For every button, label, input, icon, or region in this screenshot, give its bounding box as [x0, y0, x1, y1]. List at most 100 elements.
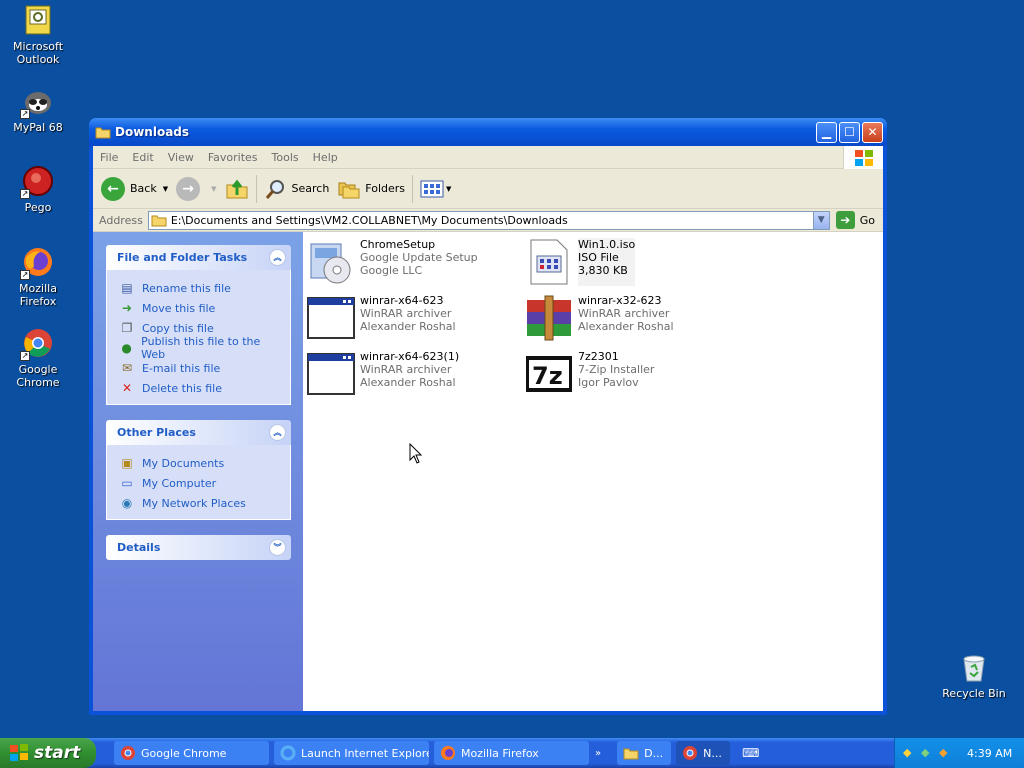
- rename-file-link[interactable]: ▤ Rename this file: [119, 278, 280, 298]
- details-panel: Details ︾: [106, 535, 291, 560]
- firefox-icon: [441, 746, 455, 760]
- publish-web-link[interactable]: ● Publish this file to the Web: [119, 335, 280, 361]
- desktop-icon-label: Recycle Bin: [942, 687, 1006, 700]
- taskbar-item-chrome-2[interactable]: N...: [676, 741, 731, 765]
- forward-button[interactable]: → ▼: [172, 173, 220, 205]
- file-publisher: Alexander Roshal: [360, 320, 456, 333]
- collapse-chevron-icon[interactable]: ︽: [269, 249, 286, 266]
- desktop-icon-label: Google Chrome: [16, 363, 60, 389]
- minimize-button[interactable]: ▁: [816, 121, 837, 143]
- expand-chevron-icon[interactable]: ︾: [269, 539, 286, 556]
- folders-button[interactable]: Folders: [333, 173, 409, 205]
- folders-label: Folders: [365, 182, 406, 195]
- file-item[interactable]: Win1.0.iso ISO File 3,830 KB: [525, 238, 735, 286]
- file-folder-tasks-header[interactable]: File and Folder Tasks ︽: [106, 245, 291, 270]
- keyboard-icon[interactable]: ⌨: [742, 746, 759, 760]
- file-item[interactable]: winrar-x64-623(1) WinRAR archiver Alexande…: [307, 350, 517, 398]
- up-folder-button[interactable]: [221, 173, 253, 205]
- file-list: ChromeSetup Google Update Setup Google LLC…: [303, 232, 883, 711]
- file-type: WinRAR archiver: [360, 363, 452, 376]
- address-value: E:\Documents and Settings\VM2.COLLABNET\…: [170, 213, 568, 227]
- menu-file[interactable]: File: [93, 151, 125, 164]
- collapse-chevron-icon[interactable]: ︽: [269, 424, 286, 441]
- globe-icon: ●: [121, 341, 132, 355]
- back-label: Back: [130, 182, 157, 195]
- taskbar-item-downloads[interactable]: D...: [617, 741, 672, 765]
- views-dropdown-icon[interactable]: ▼: [446, 185, 451, 193]
- my-network-places-link[interactable]: ◉ My Network Places: [119, 493, 280, 513]
- link-label: My Computer: [142, 476, 217, 490]
- file-publisher: Alexander Roshal: [578, 320, 674, 333]
- address-bar: Address E:\Documents and Settings\VM2.CO…: [93, 209, 883, 232]
- taskbar-item-chrome[interactable]: Google Chrome: [114, 741, 269, 765]
- address-input[interactable]: E:\Documents and Settings\VM2.COLLABNET\…: [147, 210, 830, 230]
- folder-icon: [623, 748, 639, 760]
- desktop-icon-label: Pego: [24, 201, 52, 214]
- my-computer-icon: ▭: [121, 476, 133, 490]
- back-dropdown-icon[interactable]: ▼: [163, 185, 168, 193]
- start-button[interactable]: start: [0, 738, 96, 768]
- desktop-icon-mypal[interactable]: ↗ MyPal 68: [0, 85, 76, 134]
- taskbar-item-internet-explorer[interactable]: Launch Internet Explorer...: [274, 741, 429, 765]
- taskbar-item-firefox[interactable]: Mozilla Firefox: [434, 741, 589, 765]
- move-file-link[interactable]: ➜ Move this file: [119, 298, 280, 318]
- title-bar[interactable]: Downloads ▁ ☐ ✕: [89, 118, 887, 146]
- task-label: Google Chrome: [141, 746, 227, 760]
- outlook-icon: [22, 4, 54, 36]
- security-shield-icon[interactable]: ◆: [903, 746, 917, 760]
- file-name: winrar-x32-623: [578, 294, 662, 307]
- network-status-icon[interactable]: ◆: [921, 746, 935, 760]
- link-label: Publish this file to the Web: [141, 335, 261, 361]
- file-item[interactable]: winrar-x64-623 WinRAR archiver Alexander R…: [307, 294, 517, 342]
- file-name: winrar-x64-623(1): [360, 350, 460, 363]
- application-window-icon: [307, 297, 355, 339]
- clock[interactable]: 4:39 AM: [967, 747, 1012, 760]
- go-button[interactable]: ➔ Go: [835, 211, 875, 229]
- menu-help[interactable]: Help: [306, 151, 345, 164]
- window-title: Downloads: [115, 125, 190, 139]
- back-button[interactable]: ← Back ▼: [97, 173, 172, 205]
- address-label: Address: [99, 213, 143, 227]
- menu-view[interactable]: View: [161, 151, 201, 164]
- windows-flag-icon: [10, 744, 28, 761]
- email-file-link[interactable]: ✉ E-mail this file: [119, 358, 280, 378]
- link-label: Copy this file: [142, 321, 214, 335]
- views-button[interactable]: ▼: [416, 173, 455, 205]
- delete-file-link[interactable]: ✕ Delete this file: [119, 378, 280, 398]
- desktop-icon-chrome[interactable]: ↗ Google Chrome: [0, 327, 76, 389]
- svg-text:7z: 7z: [532, 362, 563, 390]
- search-tray-icon[interactable]: ◆: [939, 746, 953, 760]
- setup-installer-icon: [310, 243, 351, 284]
- file-item[interactable]: 7z 7z2301 7-Zip Installer Igor Pavlov: [525, 350, 735, 398]
- desktop-icon-pego[interactable]: ↗ Pego: [0, 165, 76, 214]
- desktop-icon-outlook[interactable]: Microsoft Outlook: [0, 4, 76, 66]
- menu-favorites[interactable]: Favorites: [201, 151, 265, 164]
- forward-dropdown-icon[interactable]: ▼: [211, 185, 216, 193]
- window-body: File Edit View Favorites Tools Help ← Ba…: [93, 146, 883, 711]
- file-folder-tasks-panel: File and Folder Tasks ︽ ▤ Rename this fil…: [106, 245, 291, 405]
- maximize-icon: ☐: [844, 125, 855, 139]
- desktop-icon-firefox[interactable]: ↗ Mozilla Firefox: [0, 246, 76, 308]
- taskbar-overflow-icon[interactable]: »: [595, 748, 601, 759]
- file-item[interactable]: winrar-x32-623 WinRAR archiver Alexander R…: [525, 294, 735, 342]
- search-button[interactable]: Search: [260, 173, 334, 205]
- other-places-header[interactable]: Other Places ︽: [106, 420, 291, 445]
- menu-tools[interactable]: Tools: [265, 151, 306, 164]
- content-area: File and Folder Tasks ︽ ▤ Rename this fil…: [93, 232, 883, 711]
- desktop-icon-recycle-bin[interactable]: Recycle Bin: [936, 651, 1012, 700]
- mouse-cursor-icon: [409, 443, 423, 464]
- file-name: Win1.0.iso: [578, 238, 636, 251]
- maximize-button[interactable]: ☐: [839, 121, 860, 143]
- delete-icon: ✕: [121, 381, 133, 395]
- my-computer-link[interactable]: ▭ My Computer: [119, 473, 280, 493]
- file-item[interactable]: ChromeSetup Google Update Setup Google LLC: [307, 238, 517, 286]
- file-publisher: Google LLC: [360, 264, 423, 277]
- details-header[interactable]: Details ︾: [106, 535, 291, 560]
- mypal-icon: ↗: [20, 85, 54, 119]
- close-button[interactable]: ✕: [862, 121, 883, 143]
- windows-logo-icon: [843, 146, 883, 169]
- menu-edit[interactable]: Edit: [125, 151, 160, 164]
- file-type: Google Update Setup: [360, 251, 478, 264]
- address-dropdown-icon[interactable]: ▼: [812, 211, 829, 229]
- my-documents-link[interactable]: ▣ My Documents: [119, 453, 280, 473]
